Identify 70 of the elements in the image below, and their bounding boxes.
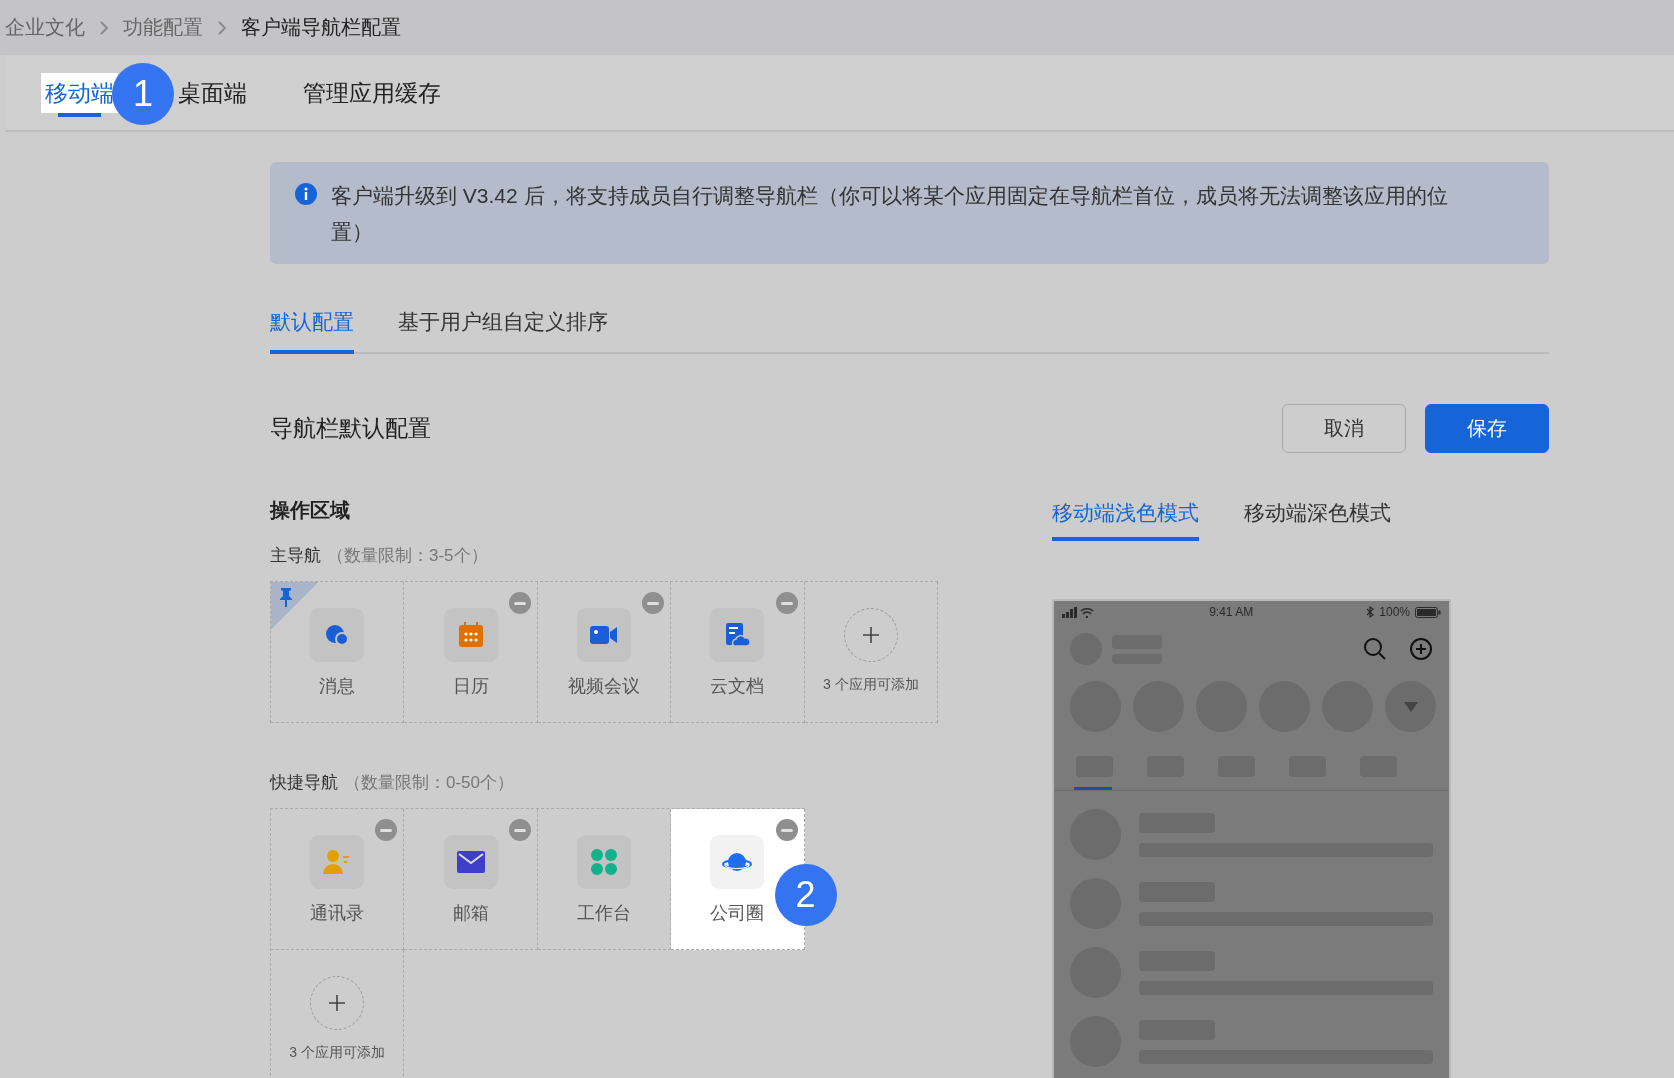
remove-button[interactable]: [642, 592, 665, 614]
envelope-icon: [456, 851, 485, 873]
notice-text: 客户端升级到 V3.42 后，将支持成员自行调整导航栏（你可以将某个应用固定在导航栏首位，成员将无法调整该应用的位置）: [331, 183, 1449, 245]
add-hint-text: 3 个应用可添加: [289, 1044, 386, 1062]
signal-wifi-icon: [1062, 606, 1096, 618]
app-slot[interactable]: 邮箱: [404, 809, 538, 950]
app-slot[interactable]: 云文档: [671, 582, 805, 723]
breadcrumb-item: 客户端导航栏配置: [241, 15, 401, 40]
remove-button[interactable]: [508, 819, 531, 841]
app-slot[interactable]: 工作台: [537, 809, 672, 950]
minus-icon: [513, 828, 526, 832]
info-icon: [295, 183, 317, 205]
area-title: 操作区域: [270, 498, 351, 523]
breadcrumb-item[interactable]: 企业文化: [5, 14, 85, 41]
battery-percentage: 100%: [1379, 605, 1410, 619]
app-name: 邮箱: [452, 902, 489, 925]
battery-icon: [1415, 606, 1441, 618]
app-name: 工作台: [576, 902, 631, 925]
app-slot[interactable]: 消息: [271, 582, 405, 723]
search-icon: [1363, 637, 1387, 661]
planet-icon: [722, 850, 753, 874]
person-icon: [323, 849, 352, 875]
plus-circle-icon: [1409, 637, 1433, 661]
nav-group-label: 快捷导航: [270, 772, 338, 794]
video-camera-icon: [589, 625, 618, 645]
platform-tab[interactable]: 桌面端: [174, 73, 251, 113]
app-name: 云文档: [710, 675, 765, 698]
platform-tab[interactable]: 管理应用缓存: [299, 73, 445, 113]
remove-button[interactable]: [375, 819, 398, 841]
add-hint-text: 3 个应用可添加: [822, 676, 919, 694]
app-slot[interactable]: 通讯录: [271, 809, 405, 950]
calendar-icon: [457, 622, 484, 648]
minus-icon: [647, 601, 660, 605]
cancel-button[interactable]: 取消: [1282, 404, 1406, 453]
bluetooth-icon: [1366, 606, 1375, 618]
preview-mode-tab[interactable]: 移动端浅色模式: [1052, 499, 1199, 541]
section-title: 导航栏默认配置: [270, 414, 431, 443]
quantity-limit-text: （数量限制：3-5个）: [327, 545, 488, 567]
minus-icon: [380, 828, 393, 832]
minus-icon: [513, 601, 526, 605]
remove-button[interactable]: [508, 592, 531, 614]
chevron-right-icon: [217, 19, 227, 36]
app-name: 视频会议: [567, 675, 640, 698]
remove-button[interactable]: [775, 819, 798, 841]
dropdown-triangle-icon: [1403, 701, 1418, 712]
step-number-badge: 1: [112, 63, 174, 125]
config-tab[interactable]: 默认配置: [270, 294, 354, 354]
app-slot[interactable]: 日历: [404, 582, 538, 723]
document-cloud-icon: [724, 622, 751, 648]
pin-icon: [278, 587, 294, 607]
app-name: 通讯录: [310, 902, 365, 925]
nav-group-label: 主导航: [270, 545, 321, 567]
status-time: 9:41 AM: [1209, 605, 1254, 619]
plus-icon: [328, 994, 347, 1012]
remove-button[interactable]: [775, 592, 798, 614]
app-slot[interactable]: 视频会议: [537, 582, 672, 723]
four-petals-icon: [590, 849, 617, 875]
preview-mode-tab[interactable]: 移动端深色模式: [1244, 499, 1391, 541]
tab-indicator: [1074, 787, 1112, 790]
save-button[interactable]: 保存: [1425, 404, 1549, 453]
quantity-limit-text: （数量限制：0-50个）: [344, 772, 515, 794]
app-name: 消息: [319, 675, 356, 698]
app-name: 日历: [452, 675, 489, 698]
breadcrumb-item[interactable]: 功能配置: [123, 14, 203, 41]
config-tab[interactable]: 基于用户组自定义排序: [398, 294, 608, 354]
chevron-right-icon: [99, 19, 109, 36]
minus-icon: [780, 828, 793, 832]
plus-icon: [861, 626, 880, 644]
minus-icon: [780, 601, 793, 605]
app-name: 公司圈: [710, 902, 765, 925]
